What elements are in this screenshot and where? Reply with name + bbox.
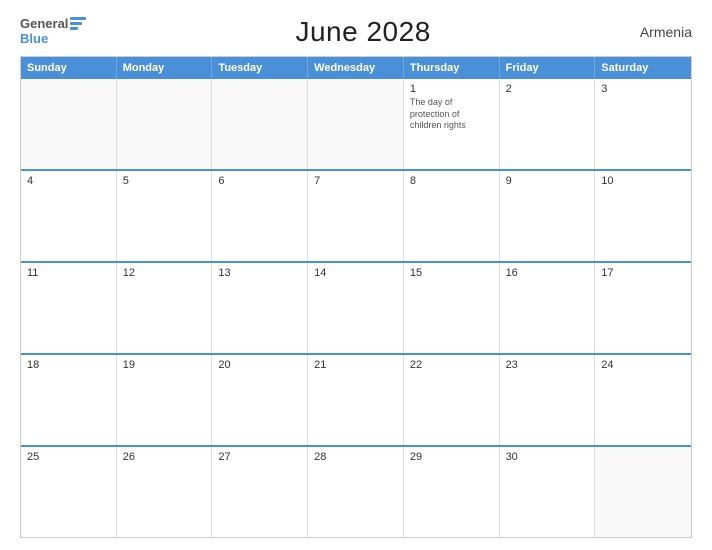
day-cell bbox=[212, 79, 308, 169]
day-number: 18 bbox=[27, 359, 110, 371]
day-number: 24 bbox=[601, 359, 685, 371]
day-cell bbox=[308, 79, 404, 169]
day-header-monday: Monday bbox=[117, 57, 213, 79]
day-number: 13 bbox=[218, 267, 301, 279]
day-cell: 20 bbox=[212, 355, 308, 445]
logo-general-text: General bbox=[20, 17, 68, 30]
day-number: 12 bbox=[123, 267, 206, 279]
country-label: Armenia bbox=[640, 24, 692, 40]
day-number: 6 bbox=[218, 175, 301, 187]
day-number: 25 bbox=[27, 451, 110, 463]
day-cell: 19 bbox=[117, 355, 213, 445]
weeks-container: 1 The day of protection of children right… bbox=[21, 79, 691, 537]
week-row-3: 11 12 13 14 15 16 17 bbox=[21, 261, 691, 353]
day-cell: 3 bbox=[595, 79, 691, 169]
day-cell: 10 bbox=[595, 171, 691, 261]
day-cell: 25 bbox=[21, 447, 117, 537]
day-number: 23 bbox=[506, 359, 589, 371]
day-header-saturday: Saturday bbox=[595, 57, 691, 79]
logo-blue-text: Blue bbox=[20, 31, 48, 46]
day-cell: 14 bbox=[308, 263, 404, 353]
day-number: 28 bbox=[314, 451, 397, 463]
day-cell: 21 bbox=[308, 355, 404, 445]
week-row-5: 25 26 27 28 29 30 bbox=[21, 445, 691, 537]
day-number: 22 bbox=[410, 359, 493, 371]
day-number: 29 bbox=[410, 451, 493, 463]
day-number: 1 bbox=[410, 83, 493, 95]
day-cell: 29 bbox=[404, 447, 500, 537]
day-cell: 26 bbox=[117, 447, 213, 537]
day-cell: 23 bbox=[500, 355, 596, 445]
day-number: 21 bbox=[314, 359, 397, 371]
day-cell: 16 bbox=[500, 263, 596, 353]
day-cell bbox=[595, 447, 691, 537]
day-number: 15 bbox=[410, 267, 493, 279]
week-row-2: 4 56 7 8 9 10 bbox=[21, 169, 691, 261]
day-cell: 24 bbox=[595, 355, 691, 445]
logo-flag-icon bbox=[70, 17, 86, 30]
day-header-thursday: Thursday bbox=[404, 57, 500, 79]
day-number: 26 bbox=[123, 451, 206, 463]
day-cell: 7 bbox=[308, 171, 404, 261]
day-cell: 27 bbox=[212, 447, 308, 537]
day-cell bbox=[21, 79, 117, 169]
day-event: The day of protection of children rights bbox=[410, 97, 493, 132]
week-row-1: 1 The day of protection of children right… bbox=[21, 79, 691, 169]
day-headers-row: SundayMondayTuesdayWednesdayThursdayFrid… bbox=[21, 57, 691, 79]
day-number: 5 bbox=[123, 175, 206, 187]
day-cell: 30 bbox=[500, 447, 596, 537]
day-header-sunday: Sunday bbox=[21, 57, 117, 79]
day-cell: 4 bbox=[21, 171, 117, 261]
day-header-friday: Friday bbox=[500, 57, 596, 79]
day-number: 20 bbox=[218, 359, 301, 371]
calendar-title: June 2028 bbox=[295, 16, 430, 48]
day-number: 9 bbox=[506, 175, 589, 187]
day-number: 2 bbox=[506, 83, 589, 95]
day-cell: 1 The day of protection of children right… bbox=[404, 79, 500, 169]
day-header-wednesday: Wednesday bbox=[308, 57, 404, 79]
day-number: 4 bbox=[27, 175, 110, 187]
day-cell: 13 bbox=[212, 263, 308, 353]
day-number: 8 bbox=[410, 175, 493, 187]
day-cell: 8 bbox=[404, 171, 500, 261]
day-cell: 12 bbox=[117, 263, 213, 353]
day-cell bbox=[117, 79, 213, 169]
day-cell: 9 bbox=[500, 171, 596, 261]
day-number: 27 bbox=[218, 451, 301, 463]
day-number: 19 bbox=[123, 359, 206, 371]
day-cell: 15 bbox=[404, 263, 500, 353]
calendar: SundayMondayTuesdayWednesdayThursdayFrid… bbox=[20, 56, 692, 538]
day-number: 11 bbox=[27, 267, 110, 279]
logo: General Blue bbox=[20, 17, 86, 48]
day-cell: 28 bbox=[308, 447, 404, 537]
day-cell: 6 bbox=[212, 171, 308, 261]
day-cell: 22 bbox=[404, 355, 500, 445]
day-header-tuesday: Tuesday bbox=[212, 57, 308, 79]
day-number: 30 bbox=[506, 451, 589, 463]
page: General Blue June 2028 Armenia SundayMon… bbox=[0, 0, 712, 550]
day-number: 17 bbox=[601, 267, 685, 279]
day-number: 16 bbox=[506, 267, 589, 279]
day-number: 14 bbox=[314, 267, 397, 279]
day-cell: 18 bbox=[21, 355, 117, 445]
header: General Blue June 2028 Armenia bbox=[20, 16, 692, 48]
day-cell: 2 bbox=[500, 79, 596, 169]
day-number: 10 bbox=[601, 175, 685, 187]
day-cell: 5 bbox=[117, 171, 213, 261]
day-cell: 11 bbox=[21, 263, 117, 353]
week-row-4: 18 19 20 21 22 23 24 bbox=[21, 353, 691, 445]
day-number: 7 bbox=[314, 175, 397, 187]
day-number: 3 bbox=[601, 83, 685, 95]
day-cell: 17 bbox=[595, 263, 691, 353]
